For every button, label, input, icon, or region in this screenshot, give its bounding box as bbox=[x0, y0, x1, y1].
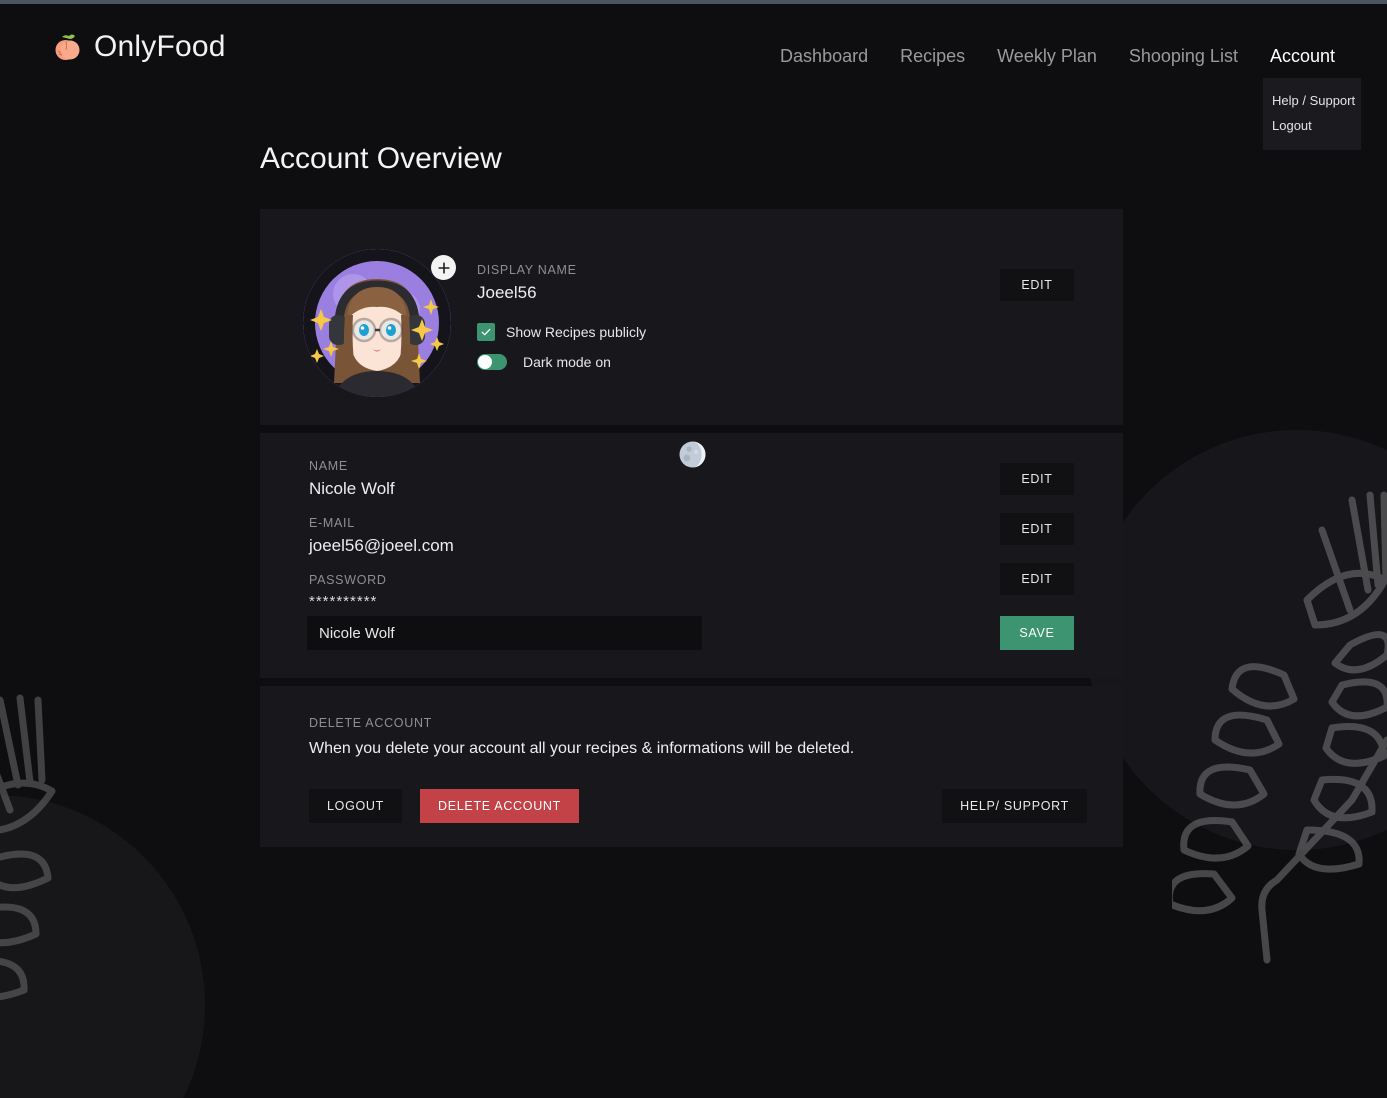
logout-button[interactable]: LOGOUT bbox=[309, 789, 402, 823]
display-name-label: DISPLAY NAME bbox=[477, 263, 577, 277]
delete-account-card: DELETE ACCOUNT When you delete your acco… bbox=[260, 686, 1123, 847]
edit-password-button[interactable]: EDIT bbox=[1000, 563, 1074, 595]
details-field-list: NAME Nicole Wolf E-MAIL joeel56@joeel.co… bbox=[309, 459, 454, 627]
name-group: NAME Nicole Wolf bbox=[309, 459, 454, 499]
app-window: OnlyFood Dashboard Recipes Weekly Plan S… bbox=[0, 0, 1387, 1098]
dark-mode-toggle-knob bbox=[478, 355, 492, 369]
brand-name: OnlyFood bbox=[94, 30, 226, 63]
delete-account-label: DELETE ACCOUNT bbox=[309, 716, 433, 730]
decorative-circle-left bbox=[0, 795, 205, 1098]
password-label: PASSWORD bbox=[309, 573, 387, 587]
avatar[interactable] bbox=[303, 249, 456, 397]
user-avatar-icon bbox=[303, 249, 451, 397]
dark-mode-toggle[interactable] bbox=[477, 354, 507, 370]
save-button[interactable]: SAVE bbox=[1000, 616, 1074, 650]
email-value: joeel56@joeel.com bbox=[309, 536, 454, 555]
show-recipes-checkbox[interactable] bbox=[477, 323, 495, 341]
plus-icon bbox=[437, 261, 450, 274]
help-support-button[interactable]: HELP/ SUPPORT bbox=[942, 789, 1087, 823]
dropdown-item-logout[interactable]: Logout bbox=[1263, 113, 1361, 138]
display-name-group: DISPLAY NAME Joeel56 Show Recipes public… bbox=[477, 263, 646, 370]
page-title: Account Overview bbox=[260, 142, 502, 175]
leaf-decoration-left-icon bbox=[0, 694, 56, 1001]
nav-item-recipes[interactable]: Recipes bbox=[900, 46, 965, 67]
password-value: ********** bbox=[309, 593, 378, 610]
nav-item-account[interactable]: Account bbox=[1270, 46, 1335, 67]
edit-display-name-button[interactable]: EDIT bbox=[1000, 269, 1074, 301]
delete-account-description: When you delete your account all your re… bbox=[309, 740, 855, 757]
password-group: PASSWORD ********** bbox=[309, 573, 454, 610]
dark-mode-row: Dark mode on bbox=[477, 354, 646, 370]
display-name-value: Joeel56 bbox=[477, 283, 537, 302]
name-input[interactable] bbox=[307, 616, 702, 650]
dropdown-item-help-support[interactable]: Help / Support bbox=[1263, 88, 1361, 113]
peach-icon bbox=[55, 34, 80, 60]
add-photo-button[interactable] bbox=[431, 255, 456, 280]
main-navigation: Dashboard Recipes Weekly Plan Shooping L… bbox=[780, 46, 1335, 67]
profile-card: DISPLAY NAME Joeel56 Show Recipes public… bbox=[260, 209, 1123, 425]
nav-item-shooping-list[interactable]: Shooping List bbox=[1129, 46, 1238, 67]
account-dropdown-menu: Help / Support Logout bbox=[1263, 78, 1361, 150]
account-details-card: NAME Nicole Wolf E-MAIL joeel56@joeel.co… bbox=[260, 433, 1123, 678]
nav-item-weekly-plan[interactable]: Weekly Plan bbox=[997, 46, 1097, 67]
show-recipes-label: Show Recipes publicly bbox=[506, 324, 647, 340]
check-icon bbox=[481, 328, 491, 336]
delete-account-actions: LOGOUT DELETE ACCOUNT bbox=[309, 789, 579, 823]
dark-mode-label: Dark mode on bbox=[523, 354, 611, 370]
delete-account-button[interactable]: DELETE ACCOUNT bbox=[419, 789, 579, 823]
name-label: NAME bbox=[309, 459, 348, 473]
decorative-circle-right bbox=[1087, 430, 1387, 850]
show-recipes-row: Show Recipes publicly bbox=[477, 323, 646, 341]
name-value: Nicole Wolf bbox=[309, 479, 395, 498]
nav-item-dashboard[interactable]: Dashboard bbox=[780, 46, 868, 67]
delete-account-text: DELETE ACCOUNT When you delete your acco… bbox=[309, 716, 854, 758]
edit-email-button[interactable]: EDIT bbox=[1000, 513, 1074, 545]
email-label: E-MAIL bbox=[309, 516, 355, 530]
brand-logo-link[interactable]: OnlyFood bbox=[50, 30, 226, 64]
site-header: OnlyFood Dashboard Recipes Weekly Plan S… bbox=[0, 4, 1387, 150]
edit-name-button[interactable]: EDIT bbox=[1000, 463, 1074, 495]
leaf-decoration-icon bbox=[1172, 491, 1387, 964]
email-group: E-MAIL joeel56@joeel.com bbox=[309, 516, 454, 556]
